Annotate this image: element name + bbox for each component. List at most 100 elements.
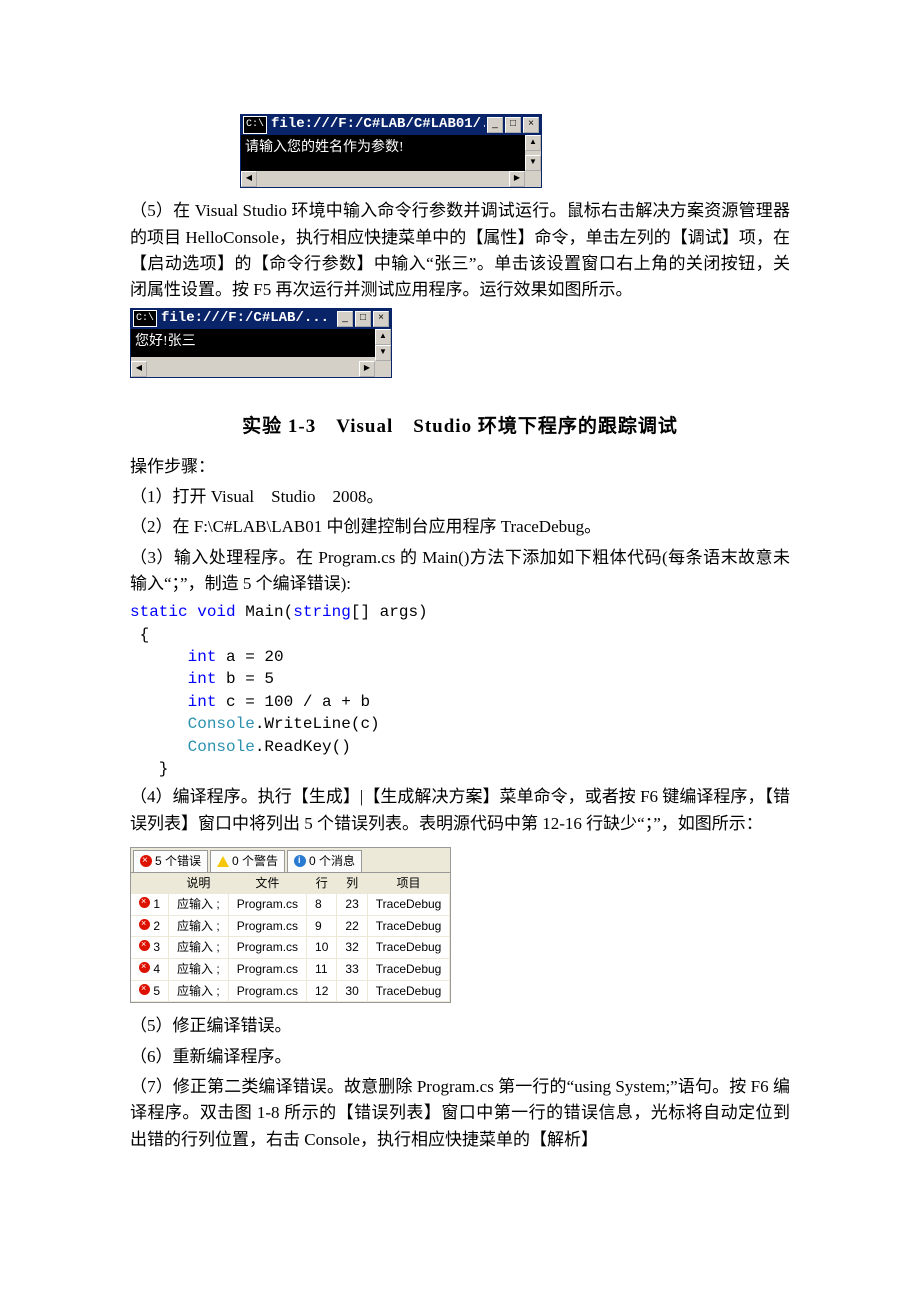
close-button[interactable]: × xyxy=(373,311,389,327)
step-7: （7）修正第二类编译错误。故意删除 Program.cs 第一行的“using … xyxy=(130,1074,790,1153)
cell-col: 33 xyxy=(337,959,367,981)
cell-desc: 应输入 ; xyxy=(169,937,229,959)
code-text: a = 20 xyxy=(216,648,283,666)
scroll-right-icon[interactable]: ▶ xyxy=(359,361,375,377)
error-icon xyxy=(139,919,150,930)
cell-col: 23 xyxy=(337,894,367,916)
step-5-fix: （5）修正编译错误。 xyxy=(130,1013,790,1039)
col-desc: 说明 xyxy=(169,873,229,894)
error-icon xyxy=(139,962,150,973)
cell-proj: TraceDebug xyxy=(367,937,450,959)
window-titlebar: C:\ file:///F:/C#LAB/... _ □ × xyxy=(131,309,391,329)
scroll-down-icon[interactable]: ▼ xyxy=(375,345,391,361)
code-type: Console xyxy=(188,738,255,756)
error-table: 说明 文件 行 列 项目 1应输入 ;Program.cs823TraceDeb… xyxy=(131,873,450,1003)
col-file: 文件 xyxy=(228,873,306,894)
tab-warnings[interactable]: 0 个警告 xyxy=(210,850,285,872)
cell-desc: 应输入 ; xyxy=(169,915,229,937)
window-title: file:///F:/C#LAB/... xyxy=(161,308,335,330)
tab-label: 0 个消息 xyxy=(309,852,355,871)
cell-file: Program.cs xyxy=(228,937,306,959)
table-row[interactable]: 1应输入 ;Program.cs823TraceDebug xyxy=(131,894,450,916)
cell-line: 9 xyxy=(307,915,337,937)
vertical-scrollbar[interactable]: ▲ ▼ xyxy=(375,329,391,361)
cell-file: Program.cs xyxy=(228,959,306,981)
cell-line: 11 xyxy=(307,959,337,981)
code-text: [] args) xyxy=(351,603,428,621)
table-row[interactable]: 5应输入 ;Program.cs1230TraceDebug xyxy=(131,980,450,1002)
table-row[interactable]: 4应输入 ;Program.cs1133TraceDebug xyxy=(131,959,450,981)
minimize-button[interactable]: _ xyxy=(337,311,353,327)
paragraph-step-5: （5）在 Visual Studio 环境中输入命令行参数并调试运行。鼠标右击解… xyxy=(130,198,790,303)
error-icon xyxy=(139,897,150,908)
scroll-up-icon[interactable]: ▲ xyxy=(525,135,541,151)
tab-messages[interactable]: 0 个消息 xyxy=(287,850,362,872)
step-1: （1）打开 Visual Studio 2008。 xyxy=(130,484,790,510)
cell-file: Program.cs xyxy=(228,894,306,916)
horizontal-scrollbar[interactable]: ◀ ▶ xyxy=(131,361,391,377)
code-type: Console xyxy=(188,715,255,733)
table-header-row: 说明 文件 行 列 项目 xyxy=(131,873,450,894)
close-button[interactable]: × xyxy=(523,117,539,133)
scroll-down-icon[interactable]: ▼ xyxy=(525,155,541,171)
error-icon xyxy=(140,855,152,867)
scroll-up-icon[interactable]: ▲ xyxy=(375,329,391,345)
cell-file: Program.cs xyxy=(228,980,306,1002)
cmd-icon: C:\ xyxy=(133,310,157,328)
cmd-icon: C:\ xyxy=(243,116,267,134)
cell-proj: TraceDebug xyxy=(367,959,450,981)
table-row[interactable]: 3应输入 ;Program.cs1032TraceDebug xyxy=(131,937,450,959)
vertical-scrollbar[interactable]: ▲ ▼ xyxy=(525,135,541,171)
warning-icon xyxy=(217,856,229,867)
cell-col: 22 xyxy=(337,915,367,937)
console-output: 您好!张三 xyxy=(131,329,375,357)
scroll-left-icon[interactable]: ◀ xyxy=(241,171,257,187)
error-icon xyxy=(139,984,150,995)
tab-label: 0 个警告 xyxy=(232,852,278,871)
code-kw: static void xyxy=(130,603,236,621)
window-title: file:///F:/C#LAB/C#LAB01/... xyxy=(271,114,485,136)
tab-errors[interactable]: 5 个错误 xyxy=(133,850,208,872)
error-list-panel: 5 个错误 0 个警告 0 个消息 说明 文件 行 列 项目 1应输入 ;Pro… xyxy=(130,847,451,1003)
info-icon xyxy=(294,855,306,867)
cell-line: 8 xyxy=(307,894,337,916)
maximize-button[interactable]: □ xyxy=(505,117,521,133)
code-text: { xyxy=(130,626,149,644)
code-kw: int xyxy=(188,648,217,666)
steps-label: 操作步骤： xyxy=(130,454,790,480)
error-list-tabs: 5 个错误 0 个警告 0 个消息 xyxy=(131,848,450,873)
code-text: } xyxy=(130,760,168,778)
code-text: .WriteLine(c) xyxy=(255,715,380,733)
code-block: static void Main(string[] args) { int a … xyxy=(130,601,790,780)
col-proj: 项目 xyxy=(367,873,450,894)
table-row[interactable]: 2应输入 ;Program.cs922TraceDebug xyxy=(131,915,450,937)
code-kw: int xyxy=(188,693,217,711)
maximize-button[interactable]: □ xyxy=(355,311,371,327)
step-6: （6）重新编译程序。 xyxy=(130,1044,790,1070)
horizontal-scrollbar[interactable]: ◀ ▶ xyxy=(241,171,541,187)
code-text: b = 5 xyxy=(216,670,274,688)
screenshot-console-1: C:\ file:///F:/C#LAB/C#LAB01/... _ □ × 请… xyxy=(240,114,790,188)
cell-proj: TraceDebug xyxy=(367,894,450,916)
screenshot-console-2: C:\ file:///F:/C#LAB/... _ □ × 您好!张三 ▲ ▼… xyxy=(130,308,790,378)
code-kw: int xyxy=(188,670,217,688)
error-icon xyxy=(139,940,150,951)
cell-line: 12 xyxy=(307,980,337,1002)
step-4: （4）编译程序。执行【生成】|【生成解决方案】菜单命令，或者按 F6 键编译程序… xyxy=(130,784,790,837)
console-output: 请输入您的姓名作为参数! xyxy=(241,135,525,171)
step-2: （2）在 F:\C#LAB\LAB01 中创建控制台应用程序 TraceDebu… xyxy=(130,514,790,540)
scroll-right-icon[interactable]: ▶ xyxy=(509,171,525,187)
minimize-button[interactable]: _ xyxy=(487,117,503,133)
cell-desc: 应输入 ; xyxy=(169,980,229,1002)
scroll-left-icon[interactable]: ◀ xyxy=(131,361,147,377)
cell-proj: TraceDebug xyxy=(367,980,450,1002)
code-text: c = 100 / a + b xyxy=(216,693,370,711)
code-text: .ReadKey() xyxy=(255,738,351,756)
code-kw: string xyxy=(293,603,351,621)
cell-desc: 应输入 ; xyxy=(169,959,229,981)
document-page: C:\ file:///F:/C#LAB/C#LAB01/... _ □ × 请… xyxy=(0,0,920,1217)
code-text: Main( xyxy=(236,603,294,621)
window-titlebar: C:\ file:///F:/C#LAB/C#LAB01/... _ □ × xyxy=(241,115,541,135)
col-line: 行 xyxy=(307,873,337,894)
cell-file: Program.cs xyxy=(228,915,306,937)
